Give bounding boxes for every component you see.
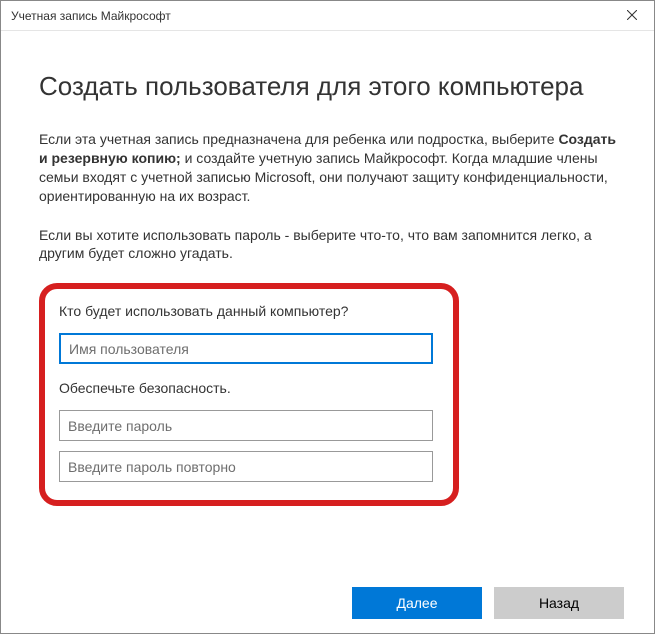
- intro-text-pre: Если эта учетная запись предназначена дл…: [39, 131, 558, 147]
- window-title: Учетная запись Майкрософт: [11, 9, 171, 23]
- dialog-window: Учетная запись Майкрософт Создать пользо…: [0, 0, 655, 634]
- security-label: Обеспечьте безопасность.: [59, 380, 439, 396]
- titlebar: Учетная запись Майкрософт: [1, 1, 654, 31]
- form-highlight: Кто будет использовать данный компьютер?…: [39, 283, 459, 506]
- password-input[interactable]: [59, 410, 433, 441]
- intro-paragraph-2: Если вы хотите использовать пароль - выб…: [39, 226, 616, 264]
- password-confirm-input[interactable]: [59, 451, 433, 482]
- dialog-footer: Далее Назад: [1, 573, 654, 633]
- close-icon: [627, 7, 637, 25]
- page-title: Создать пользователя для этого компьютер…: [39, 71, 616, 102]
- close-button[interactable]: [609, 1, 654, 31]
- username-label: Кто будет использовать данный компьютер?: [59, 303, 439, 319]
- dialog-content: Создать пользователя для этого компьютер…: [1, 31, 654, 573]
- intro-paragraph-1: Если эта учетная запись предназначена дл…: [39, 130, 616, 206]
- username-input[interactable]: [59, 333, 433, 364]
- next-button[interactable]: Далее: [352, 587, 482, 619]
- back-button[interactable]: Назад: [494, 587, 624, 619]
